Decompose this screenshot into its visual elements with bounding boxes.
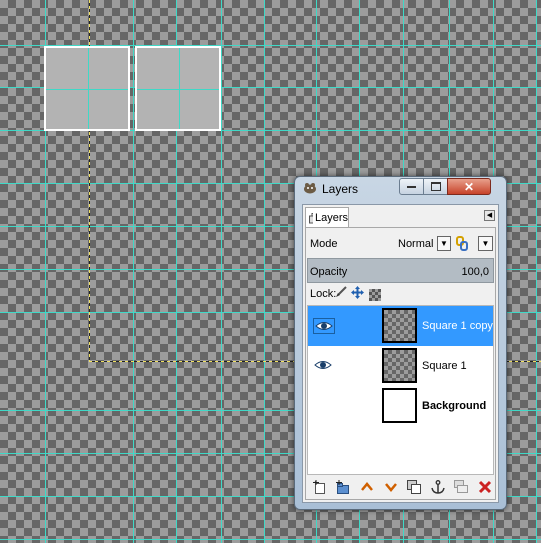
layer-name[interactable]: Square 1 copy: [422, 320, 493, 332]
lock-label: Lock:: [310, 288, 337, 300]
minimize-button[interactable]: [399, 178, 424, 195]
delete-layer-button[interactable]: [477, 480, 493, 496]
raise-layer-button[interactable]: [359, 480, 375, 496]
new-layer-group-button[interactable]: [335, 480, 351, 496]
close-button[interactable]: ✕: [447, 178, 491, 195]
square-shape-right: [135, 46, 221, 131]
anchor-icon: [431, 480, 445, 494]
mode-dropdown-button[interactable]: ▼: [437, 236, 451, 251]
new-layer-icon: [313, 480, 325, 494]
layers-tab-icon: [309, 212, 313, 223]
lower-layer-button[interactable]: [383, 480, 399, 496]
close-icon: ✕: [463, 179, 475, 194]
layer-name[interactable]: Square 1: [422, 360, 467, 372]
raise-layer-icon: [361, 482, 373, 491]
layers-dialog: Layers ✕ Layers ◀ Mode Normal ▼ ▼ Opacit…: [294, 176, 507, 510]
mode-switch-icon[interactable]: [455, 236, 469, 251]
move-icon: [351, 286, 364, 299]
layers-toolbar: [307, 478, 494, 498]
layer-row[interactable]: Square 1 copy: [308, 306, 493, 346]
dock-container: Layers ◀ Mode Normal ▼ ▼ Opacity 100,0 L…: [302, 204, 499, 503]
eye-icon: [315, 322, 333, 330]
new-layer-button[interactable]: [312, 480, 328, 496]
brush-icon: [336, 286, 347, 297]
layer-row[interactable]: Square 1: [308, 346, 493, 386]
merge-layer-icon: [454, 480, 468, 493]
mode-menu-button[interactable]: ▼: [478, 236, 493, 251]
visibility-toggle[interactable]: [313, 398, 335, 414]
layer-thumbnail: [382, 308, 417, 343]
maximize-icon: [430, 182, 441, 191]
new-layer-group-icon: [336, 480, 349, 494]
visibility-toggle[interactable]: [313, 318, 335, 334]
mode-select-value[interactable]: Normal: [398, 238, 433, 250]
opacity-slider[interactable]: Opacity 100,0: [307, 258, 494, 283]
gimp-icon: [304, 183, 316, 194]
triangle-left-icon: ◀: [486, 212, 493, 219]
layer-thumbnail: [382, 348, 417, 383]
minimize-icon: [407, 185, 416, 188]
opacity-value[interactable]: 100,0: [461, 266, 489, 278]
tab-menu-button[interactable]: ◀: [484, 210, 495, 221]
lower-layer-icon: [385, 483, 397, 492]
square-shape-left: [44, 46, 130, 131]
merge-layer-button[interactable]: [453, 480, 469, 496]
maximize-button[interactable]: [423, 178, 448, 195]
tab-layers-label: Layers: [314, 212, 348, 224]
duplicate-layer-button[interactable]: [406, 480, 422, 496]
lock-alpha-toggle[interactable]: [369, 289, 381, 301]
tab-layers[interactable]: Layers: [305, 207, 349, 228]
duplicate-layer-icon: [407, 480, 421, 494]
lock-position-toggle[interactable]: [351, 286, 364, 302]
dialog-title: Layers: [322, 182, 359, 196]
dialog-titlebar[interactable]: Layers ✕: [295, 177, 506, 201]
delete-layer-icon: [478, 480, 492, 494]
visibility-toggle[interactable]: [313, 358, 335, 374]
opacity-label: Opacity: [310, 266, 348, 278]
chevron-down-icon: ▼: [440, 239, 448, 248]
layer-row[interactable]: Background: [308, 386, 493, 426]
chevron-down-icon: ▼: [481, 239, 490, 248]
mode-label: Mode: [310, 238, 338, 250]
anchor-layer-button[interactable]: [430, 480, 446, 496]
eye-icon: [314, 361, 332, 369]
layer-list[interactable]: Square 1 copy Square 1 Background: [307, 305, 494, 475]
layer-thumbnail: [382, 388, 417, 423]
layers-panel: Mode Normal ▼ ▼ Opacity 100,0 Lock: Squa…: [305, 227, 496, 500]
chain-icon: [456, 236, 468, 251]
layer-name[interactable]: Background: [422, 400, 486, 412]
lock-pixels-toggle[interactable]: [335, 286, 347, 301]
